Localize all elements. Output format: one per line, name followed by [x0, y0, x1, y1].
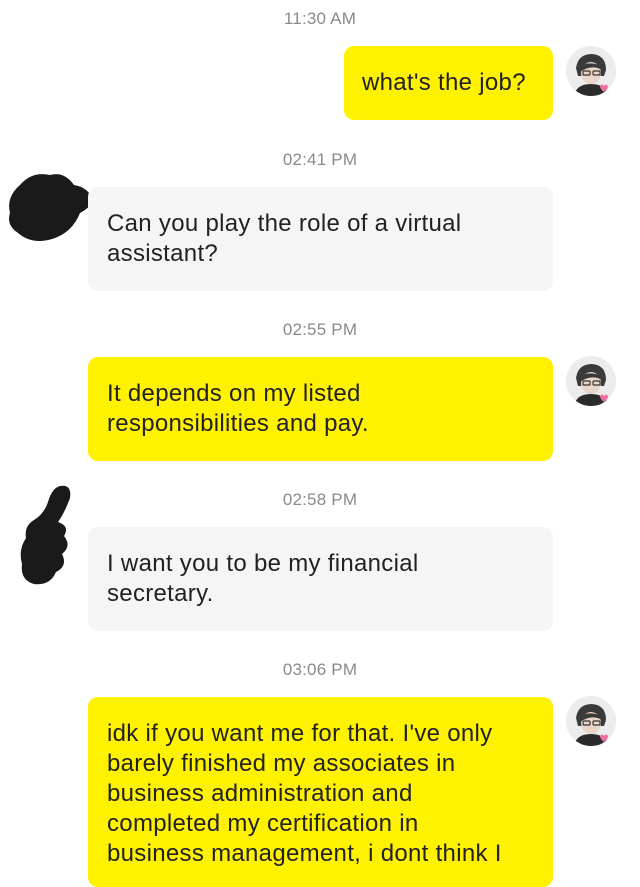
- my-avatar[interactable]: [566, 356, 616, 406]
- outgoing-message-bubble[interactable]: what's the job?: [344, 46, 553, 120]
- outgoing-message-bubble[interactable]: It depends on my listed responsibilities…: [88, 357, 553, 461]
- message-text-line: barely finished my associates in: [107, 750, 456, 777]
- user-avatar-icon: [566, 46, 616, 96]
- message-text-line: business administration and: [107, 780, 413, 807]
- message-text-line: I want you to be my financial: [107, 550, 419, 577]
- incoming-message-bubble[interactable]: I want you to be my financial secretary.: [88, 527, 553, 631]
- message-text-line: assistant?: [107, 240, 219, 267]
- message-text-line: responsibilities and pay.: [107, 410, 369, 437]
- my-avatar[interactable]: [566, 696, 616, 746]
- message-timestamp: 11:30 AM: [283, 9, 357, 28]
- user-avatar-icon: [566, 356, 616, 406]
- redacted-avatar-scribble: [2, 163, 100, 254]
- my-avatar[interactable]: [566, 46, 616, 96]
- outgoing-message-bubble[interactable]: idk if you want me for that. I've only b…: [88, 697, 553, 887]
- user-avatar-icon: [566, 696, 616, 746]
- message-text-line: what's the job?: [362, 69, 526, 96]
- message-text-line: It depends on my listed: [107, 380, 361, 407]
- message-timestamp: 02:55 PM: [282, 320, 358, 339]
- redacted-avatar-scribble: [14, 480, 84, 597]
- message-text-line: secretary.: [107, 580, 214, 607]
- message-text-line: Can you play the role of a virtual: [107, 210, 462, 237]
- incoming-message-bubble[interactable]: Can you play the role of a virtual assis…: [88, 187, 553, 291]
- message-text-line: completed my certification in: [107, 810, 419, 837]
- message-text-line: business management, i dont think I: [107, 840, 502, 867]
- message-timestamp: 02:58 PM: [282, 490, 358, 509]
- chat-thread[interactable]: 11:30 AM what's the job? 02:41 PM Can yo…: [0, 0, 640, 887]
- message-text-line: idk if you want me for that. I've only: [107, 720, 493, 747]
- message-timestamp: 03:06 PM: [282, 660, 358, 679]
